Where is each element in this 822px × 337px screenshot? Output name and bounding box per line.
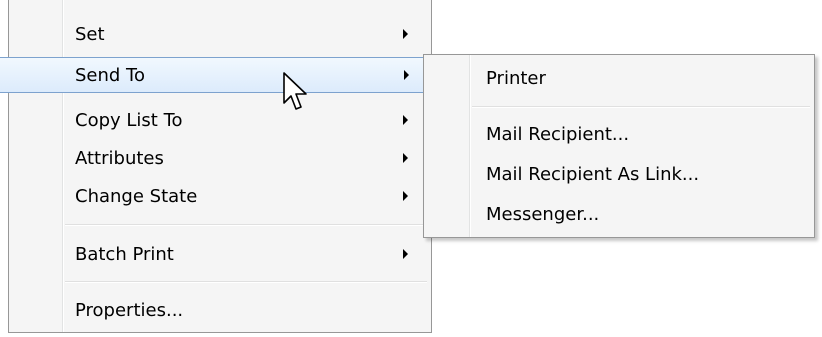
menu-item-label: Change State <box>75 186 198 207</box>
menu-item-attributes[interactable]: Attributes <box>11 141 429 175</box>
menu-separator <box>65 224 427 226</box>
menu-item-batch-print[interactable]: Batch Print <box>11 237 429 271</box>
submenu-item-mail-recipient-as-link[interactable]: Mail Recipient As Link... <box>426 157 812 191</box>
chevron-right-icon <box>403 153 408 163</box>
menu-separator <box>65 281 427 283</box>
menu-item-label: Messenger... <box>486 204 600 225</box>
menu-item-label: Send To <box>75 65 146 86</box>
menu-item-label: Printer <box>486 68 546 89</box>
context-menu: Set Send To Copy List To Attributes Chan… <box>0 0 432 333</box>
chevron-right-icon <box>403 115 408 125</box>
chevron-right-icon <box>403 29 408 39</box>
submenu-item-mail-recipient[interactable]: Mail Recipient... <box>426 117 812 151</box>
mouse-pointer-icon <box>283 72 307 110</box>
menu-item-change-state[interactable]: Change State <box>11 179 429 213</box>
menu-item-label: Copy List To <box>75 110 183 131</box>
menu-item-label: Attributes <box>75 148 164 169</box>
chevron-right-icon <box>403 191 408 201</box>
menu-separator <box>472 106 810 108</box>
menu-item-copy-list-to[interactable]: Copy List To <box>11 103 429 137</box>
menu-item-label: Batch Print <box>75 244 174 265</box>
menu-item-label: Set <box>75 24 105 45</box>
menu-item-label: Mail Recipient As Link... <box>486 164 700 185</box>
menu-item-label: Properties... <box>75 300 184 321</box>
submenu-item-printer[interactable]: Printer <box>426 61 812 95</box>
menu-item-label: Mail Recipient... <box>486 124 630 145</box>
menu-item-properties[interactable]: Properties... <box>11 293 429 327</box>
send-to-submenu: Printer Mail Recipient... Mail Recipient… <box>423 54 815 238</box>
screen: Set Send To Copy List To Attributes Chan… <box>0 0 822 337</box>
menu-item-set[interactable]: Set <box>11 17 429 51</box>
menu-item-send-to[interactable]: Send To <box>0 57 430 93</box>
chevron-right-icon <box>404 70 409 80</box>
chevron-right-icon <box>403 249 408 259</box>
submenu-item-messenger[interactable]: Messenger... <box>426 197 812 231</box>
